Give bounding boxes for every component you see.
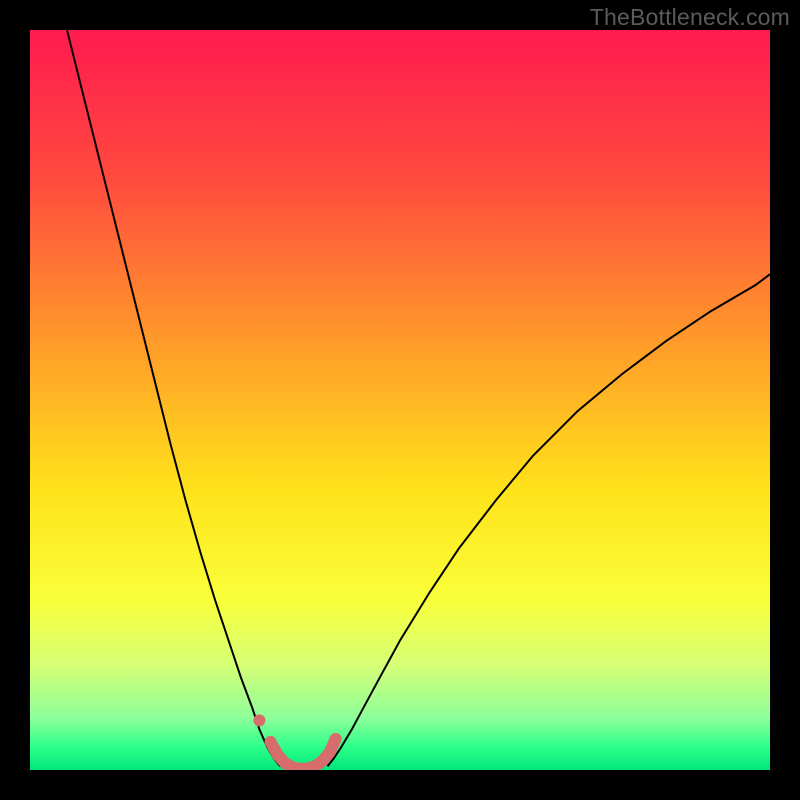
- marker-highlight-dot: [253, 714, 265, 726]
- chart-frame: TheBottleneck.com: [0, 0, 800, 800]
- chart-svg: [30, 30, 770, 770]
- gradient-background: [30, 30, 770, 770]
- watermark-label: TheBottleneck.com: [590, 4, 790, 31]
- marker-group: [253, 714, 265, 726]
- plot-area: [30, 30, 770, 770]
